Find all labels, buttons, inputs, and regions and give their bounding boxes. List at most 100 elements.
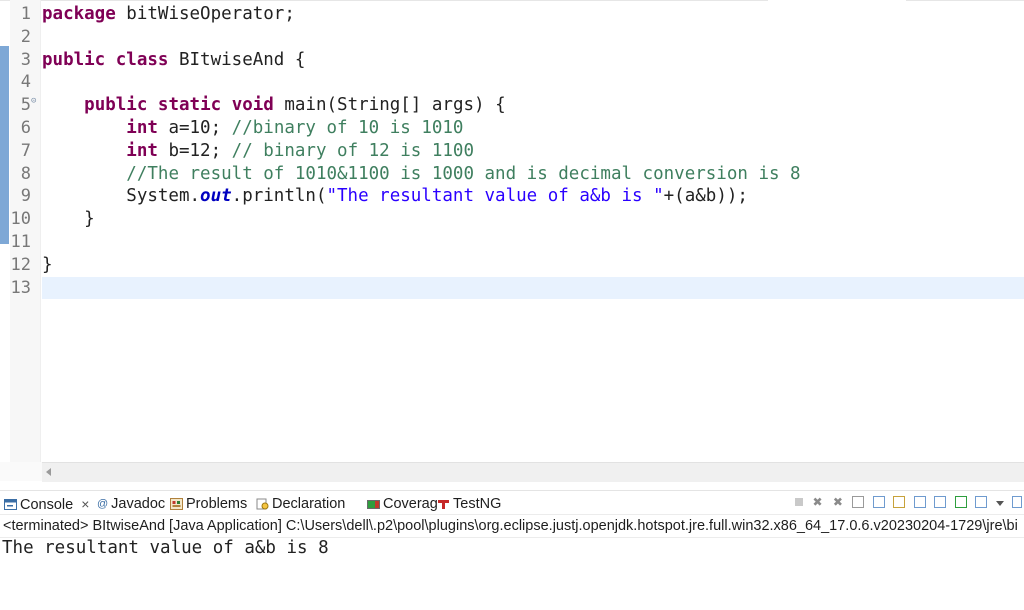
code-line[interactable]: 2 [0,26,1024,49]
pin-console-icon[interactable] [954,496,967,508]
show-on-error-icon[interactable] [934,496,947,508]
scroll-corner [0,462,42,481]
line-number: 12 [10,254,31,275]
code-line[interactable]: 13 [11,276,1024,300]
code-token: public [84,95,148,116]
code-text[interactable]: } [42,254,53,277]
code-text[interactable]: int b=12; // binary of 12 is 1100 [42,140,474,163]
code-token: a=10; [157,117,232,138]
line-number: 8 [20,163,31,184]
code-line[interactable]: 3 public class BItwiseAnd { [0,49,1024,72]
code-token: //binary of 10 is 1010 [231,117,464,138]
console-status: <terminated> BItwiseAnd [Java Applicatio… [0,514,1024,538]
code-token: "The resultant value of a&b is " [326,186,664,207]
code-text[interactable]: int a=10; //binary of 10 is 1010 [42,117,463,140]
code-line[interactable]: 7 int b=12; // binary of 12 is 1100 [0,140,1024,163]
code-token: package [42,4,116,24]
code-text[interactable]: } [42,208,95,231]
code-token: int [126,140,158,161]
tab-console[interactable]: Console × [4,494,89,514]
code-lines[interactable]: 1 package bitWiseOperator; 2 3 public class … [0,3,1024,300]
code-token: BItwiseAnd { [168,49,306,70]
code-text[interactable]: public static void main(String[] args) { [42,94,506,117]
code-line[interactable]: 12} [0,254,1024,277]
word-wrap-icon[interactable] [893,496,906,508]
code-editor[interactable]: 1 package bitWiseOperator; 2 3 public class … [0,0,1024,462]
tab-declaration[interactable]: Declaration [256,494,345,514]
coverage-icon [367,500,380,510]
console-output[interactable]: The resultant value of a&b is 8 [2,537,329,559]
code-token: } [42,254,53,275]
line-number: 2 [20,26,31,47]
console-status-text: <terminated> BItwiseAnd [Java Applicatio… [3,518,1018,534]
code-token: bitWiseOperator; [115,4,295,24]
code-token: .println( [231,186,327,207]
minimize-icon[interactable] [1012,496,1022,508]
line-number: 4 [20,72,31,93]
code-token: // binary of 12 is 1100 [231,140,474,161]
code-token: out [200,186,232,207]
tab-declaration-label: Declaration [272,496,346,512]
line-number: 13 [10,277,31,298]
declaration-icon [256,498,269,510]
code-token: b=12; [157,140,232,161]
code-text[interactable]: package bitWiseOperator; [42,3,295,26]
code-text[interactable]: public class BItwiseAnd { [42,49,305,72]
scroll-left-icon[interactable] [46,468,51,476]
tab-problems[interactable]: Problems [170,494,247,514]
code-token: main(String[] args) { [273,95,506,116]
remove-launch-icon[interactable]: ✖ [811,496,823,508]
line-number: 1 [20,4,31,24]
code-line[interactable]: 4 [0,71,1024,94]
code-text[interactable]: //The result of 1010&1100 is 1000 and is… [42,163,801,186]
code-line[interactable]: 8 //The result of 1010&1100 is 1000 and … [0,163,1024,186]
code-token: } [42,209,95,230]
terminate-icon[interactable] [795,498,804,506]
line-number: 7 [20,140,31,161]
javadoc-icon: @ [97,498,109,511]
tab-console-label: Console [20,497,74,513]
tab-testng-label: TestNG [453,496,502,512]
close-icon[interactable]: × [81,496,89,512]
console-icon [4,499,17,511]
line-number: 10 [10,209,31,230]
code-line[interactable]: 11 [0,231,1024,254]
code-token: //The result of 1010&1100 is 1000 and is… [126,163,801,184]
code-token: +(a&b)); [663,186,748,207]
problems-icon [170,498,183,511]
tab-problems-label: Problems [186,496,248,512]
line-number: 9 [20,186,31,207]
code-line[interactable]: 5 ⊝ public static void main(String[] args… [0,94,1024,117]
code-token: int [126,117,158,138]
code-token: System. [42,186,201,207]
code-line[interactable]: 10 } [0,208,1024,231]
editor-top-border [0,0,768,1]
clear-console-icon[interactable] [852,496,865,508]
horizontal-scrollbar[interactable] [42,462,1024,482]
code-line[interactable]: 6 int a=10; //binary of 10 is 1010 [0,117,1024,140]
tab-javadoc-label: Javadoc [111,496,166,512]
tab-coverage[interactable]: Coverage [367,494,446,514]
code-line[interactable]: 9 System.out.println("The resultant valu… [0,185,1024,208]
bottom-panel-tabs: Console × @ Javadoc Problems Declaration … [0,490,1024,515]
code-line[interactable]: 1 package bitWiseOperator; [0,3,1024,26]
scroll-lock-icon[interactable] [872,496,885,508]
remove-all-icon[interactable]: ✖ [832,496,844,508]
code-token: public [42,49,106,70]
line-number: 11 [10,231,31,252]
code-text[interactable]: System.out.println("The resultant value … [42,185,748,208]
fold-icon[interactable]: ⊝ [31,90,36,113]
code-token: class [115,49,169,70]
tab-javadoc[interactable]: @ Javadoc [97,494,165,514]
editor-top-border-right [906,0,1024,1]
display-console-icon[interactable] [975,496,988,508]
show-on-output-icon[interactable] [913,496,926,508]
chevron-down-icon[interactable] [995,501,1004,506]
tab-testng[interactable]: TestNG [437,494,501,514]
